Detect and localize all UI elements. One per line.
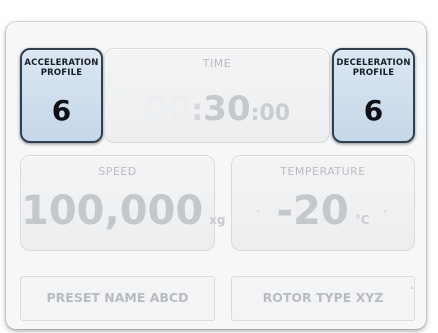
- acceleration-profile-button[interactable]: ACCELERATION PROFILE 6: [20, 48, 103, 143]
- time-seconds: 00: [259, 101, 291, 126]
- temperature-increase-indicator: ▸: [384, 208, 388, 215]
- speed-unit: xg: [209, 213, 226, 227]
- control-panel: ACCELERATION PROFILE 6 TIME 00:30:00 DEC…: [6, 22, 426, 329]
- time-tile[interactable]: TIME 00:30:00: [104, 48, 330, 143]
- time-label: TIME: [202, 57, 232, 70]
- preset-name-field[interactable]: PRESET NAME ABCD: [20, 276, 215, 321]
- rotor-type-field[interactable]: ROTOR TYPE XYZ: [231, 276, 415, 321]
- speed-value: 100,000: [21, 188, 204, 234]
- deceleration-profile-button[interactable]: DECELERATION PROFILE 6: [332, 48, 415, 143]
- temperature-tile[interactable]: TEMPERATURE ◂ -20 °C ▸: [231, 155, 415, 251]
- acceleration-profile-label: ACCELERATION PROFILE: [24, 58, 99, 78]
- deceleration-profile-label: DECELERATION PROFILE: [336, 58, 411, 78]
- speed-tile[interactable]: SPEED 100,000 xg: [20, 155, 226, 251]
- time-hours: 00: [143, 89, 192, 129]
- time-separator: :: [191, 93, 204, 128]
- rotor-type-indicator-icon: ▴: [410, 283, 414, 291]
- speed-label: SPEED: [98, 165, 137, 178]
- temperature-value: -20: [276, 188, 349, 234]
- time-value: 00:30:00: [105, 89, 329, 129]
- speed-value-group: 100,000 xg: [21, 188, 226, 234]
- temperature-label: TEMPERATURE: [280, 165, 366, 178]
- deceleration-profile-value: 6: [363, 94, 384, 127]
- temperature-unit: °C: [354, 213, 370, 227]
- time-minutes: 30: [203, 89, 251, 129]
- acceleration-profile-value: 6: [51, 94, 72, 127]
